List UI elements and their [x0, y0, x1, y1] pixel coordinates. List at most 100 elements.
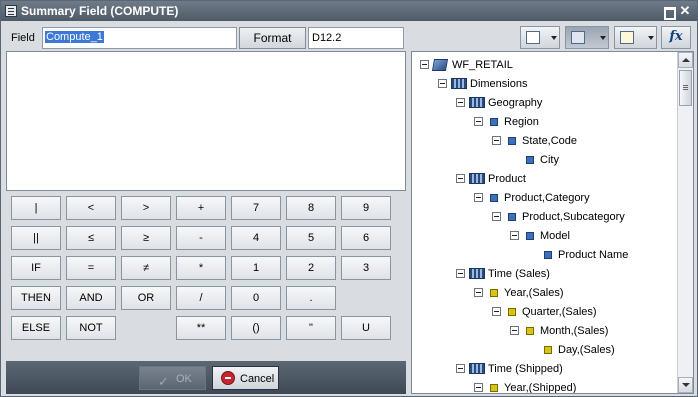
collapse-toggle-icon[interactable] — [438, 79, 447, 88]
collapse-toggle-icon[interactable] — [474, 288, 483, 297]
list-view-dropdown-button[interactable] — [614, 26, 657, 49]
tree-item-label: Day,(Sales) — [558, 344, 615, 356]
tree-item[interactable]: Model — [412, 227, 677, 245]
keypad-key[interactable]: | — [11, 196, 61, 220]
title-bar[interactable]: Summary Field (COMPUTE) ✕ — [1, 1, 697, 21]
tree-item[interactable]: Product — [412, 170, 677, 188]
keypad-key[interactable]: AND — [66, 286, 116, 310]
keypad-key[interactable]: 2 — [286, 256, 336, 280]
scroll-down-button[interactable] — [678, 377, 693, 393]
field-name-value: Compute_1 — [45, 31, 104, 43]
ok-button[interactable]: ✓ OK — [139, 366, 206, 390]
cube-icon — [431, 59, 449, 71]
tree-item[interactable]: City — [412, 151, 677, 169]
close-button[interactable]: ✕ — [678, 4, 692, 18]
keypad-key[interactable]: OR — [121, 286, 171, 310]
keypad-key[interactable]: () — [231, 316, 281, 340]
tree-item-label: Product Name — [558, 249, 629, 261]
collapse-toggle-icon[interactable] — [474, 117, 483, 126]
keypad-key[interactable]: 6 — [341, 226, 391, 250]
collapse-toggle-icon[interactable] — [456, 98, 465, 107]
keypad-key[interactable]: * — [176, 256, 226, 280]
keypad-key[interactable]: + — [176, 196, 226, 220]
list-view-icon — [620, 31, 634, 44]
format-button[interactable]: Format — [239, 27, 306, 49]
tree-item-label: Quarter,(Sales) — [522, 306, 597, 318]
tree-view-dropdown-button[interactable] — [565, 26, 609, 49]
keypad-key[interactable]: 9 — [341, 196, 391, 220]
keypad-key[interactable]: . — [286, 286, 336, 310]
keypad-key[interactable]: 1 — [231, 256, 281, 280]
tree-item[interactable]: Month,(Sales) — [412, 322, 677, 340]
keypad-key[interactable]: > — [121, 196, 171, 220]
keypad-key[interactable]: ≤ — [66, 226, 116, 250]
keypad-key[interactable]: - — [176, 226, 226, 250]
keypad-key[interactable]: ≠ — [121, 256, 171, 280]
chevron-down-icon — [600, 36, 606, 40]
tree-item-label: Time (Sales) — [488, 268, 550, 280]
field-label: Field — [11, 32, 35, 44]
keypad-key[interactable]: || — [11, 226, 61, 250]
collapse-toggle-icon[interactable] — [456, 174, 465, 183]
cancel-button[interactable]: Cancel — [212, 366, 279, 390]
tree-item[interactable]: State,Code — [412, 132, 677, 150]
keypad-key[interactable]: = — [66, 256, 116, 280]
keypad-key[interactable]: 3 — [341, 256, 391, 280]
collapse-toggle-icon[interactable] — [510, 326, 519, 335]
collapse-toggle-icon[interactable] — [474, 383, 483, 392]
keypad-key[interactable]: " — [286, 316, 336, 340]
dimension-icon — [451, 78, 467, 89]
keypad-key[interactable]: 4 — [231, 226, 281, 250]
collapse-toggle-icon[interactable] — [474, 193, 483, 202]
keypad-key[interactable]: 0 — [231, 286, 281, 310]
hierarchy-level-icon — [508, 213, 516, 221]
insert-field-dropdown-button[interactable] — [520, 26, 560, 49]
keypad-key[interactable]: NOT — [66, 316, 116, 340]
format-input[interactable]: D12.2 — [308, 27, 404, 49]
keypad-key[interactable]: < — [66, 196, 116, 220]
tree-item[interactable]: Region — [412, 113, 677, 131]
tree-item[interactable]: Year,(Sales) — [412, 284, 677, 302]
data-source-tree[interactable]: WF_RETAIL Dimensions Geography Region State,… — [411, 51, 694, 394]
scroll-up-button[interactable] — [678, 52, 693, 68]
tree-item[interactable]: Quarter,(Sales) — [412, 303, 677, 321]
collapse-toggle-icon[interactable] — [456, 364, 465, 373]
tree-item[interactable]: Time (Shipped) — [412, 360, 677, 378]
tree-item[interactable]: Dimensions — [412, 75, 677, 93]
collapse-toggle-icon[interactable] — [492, 212, 501, 221]
maximize-button[interactable] — [661, 4, 676, 20]
expression-editor[interactable] — [6, 51, 406, 191]
field-name-input[interactable]: Compute_1 — [42, 27, 237, 49]
tree-item-label: Dimensions — [470, 78, 528, 90]
scroll-thumb[interactable] — [679, 70, 692, 106]
collapse-toggle-icon[interactable] — [492, 307, 501, 316]
tree-item[interactable]: Geography — [412, 94, 677, 112]
collapse-toggle-icon[interactable] — [456, 269, 465, 278]
tree-item-label: Month,(Sales) — [540, 325, 609, 337]
keypad-key[interactable]: U — [341, 316, 391, 340]
keypad-key[interactable]: ELSE — [11, 316, 61, 340]
tree-item[interactable]: WF_RETAIL — [412, 56, 677, 74]
tree-item[interactable]: Product,Category — [412, 189, 677, 207]
keypad-key[interactable]: ≥ — [121, 226, 171, 250]
tree-item[interactable]: Product,Subcategory — [412, 208, 677, 226]
tree-item[interactable]: Day,(Sales) — [412, 341, 677, 359]
keypad-key[interactable]: 7 — [231, 196, 281, 220]
tree-item-label: Year,(Sales) — [504, 287, 564, 299]
collapse-toggle-icon[interactable] — [510, 231, 519, 240]
tree-scrollbar[interactable] — [677, 52, 693, 393]
tree-item[interactable]: Time (Sales) — [412, 265, 677, 283]
collapse-toggle-icon[interactable] — [420, 60, 429, 69]
tree-item[interactable]: Year,(Shipped) — [412, 379, 677, 393]
keypad-key[interactable]: 8 — [286, 196, 336, 220]
tree-item[interactable]: Product Name — [412, 246, 677, 264]
keypad-key[interactable]: 5 — [286, 226, 336, 250]
function-button[interactable]: fx — [661, 26, 691, 49]
collapse-toggle-icon[interactable] — [492, 136, 501, 145]
dimension-icon — [469, 97, 485, 108]
keypad-key[interactable]: / — [176, 286, 226, 310]
time-level-icon — [526, 327, 534, 335]
keypad-key[interactable]: ** — [176, 316, 226, 340]
keypad-key[interactable]: THEN — [11, 286, 61, 310]
keypad-key[interactable]: IF — [11, 256, 61, 280]
